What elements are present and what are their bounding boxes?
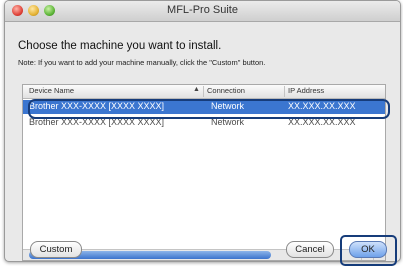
- custom-note: Note: If you want to add your machine ma…: [18, 58, 266, 67]
- custom-button[interactable]: Custom: [30, 241, 82, 258]
- cancel-button[interactable]: Cancel: [286, 241, 334, 258]
- table-header: Device Name ▲ Connection IP Address: [23, 85, 385, 99]
- column-header-connection[interactable]: Connection: [207, 86, 245, 95]
- window-title: MFL-Pro Suite: [167, 4, 238, 16]
- column-header-device-name[interactable]: Device Name: [29, 86, 74, 95]
- column-divider: [203, 86, 204, 97]
- title-bar: MFL-Pro Suite: [5, 1, 400, 22]
- ok-button-highlight: [340, 235, 397, 266]
- sort-ascending-icon: ▲: [193, 86, 200, 93]
- selected-row-highlight: [28, 99, 390, 119]
- page-heading: Choose the machine you want to install.: [18, 40, 222, 52]
- column-divider: [284, 86, 285, 97]
- column-header-ip-address[interactable]: IP Address: [288, 86, 324, 95]
